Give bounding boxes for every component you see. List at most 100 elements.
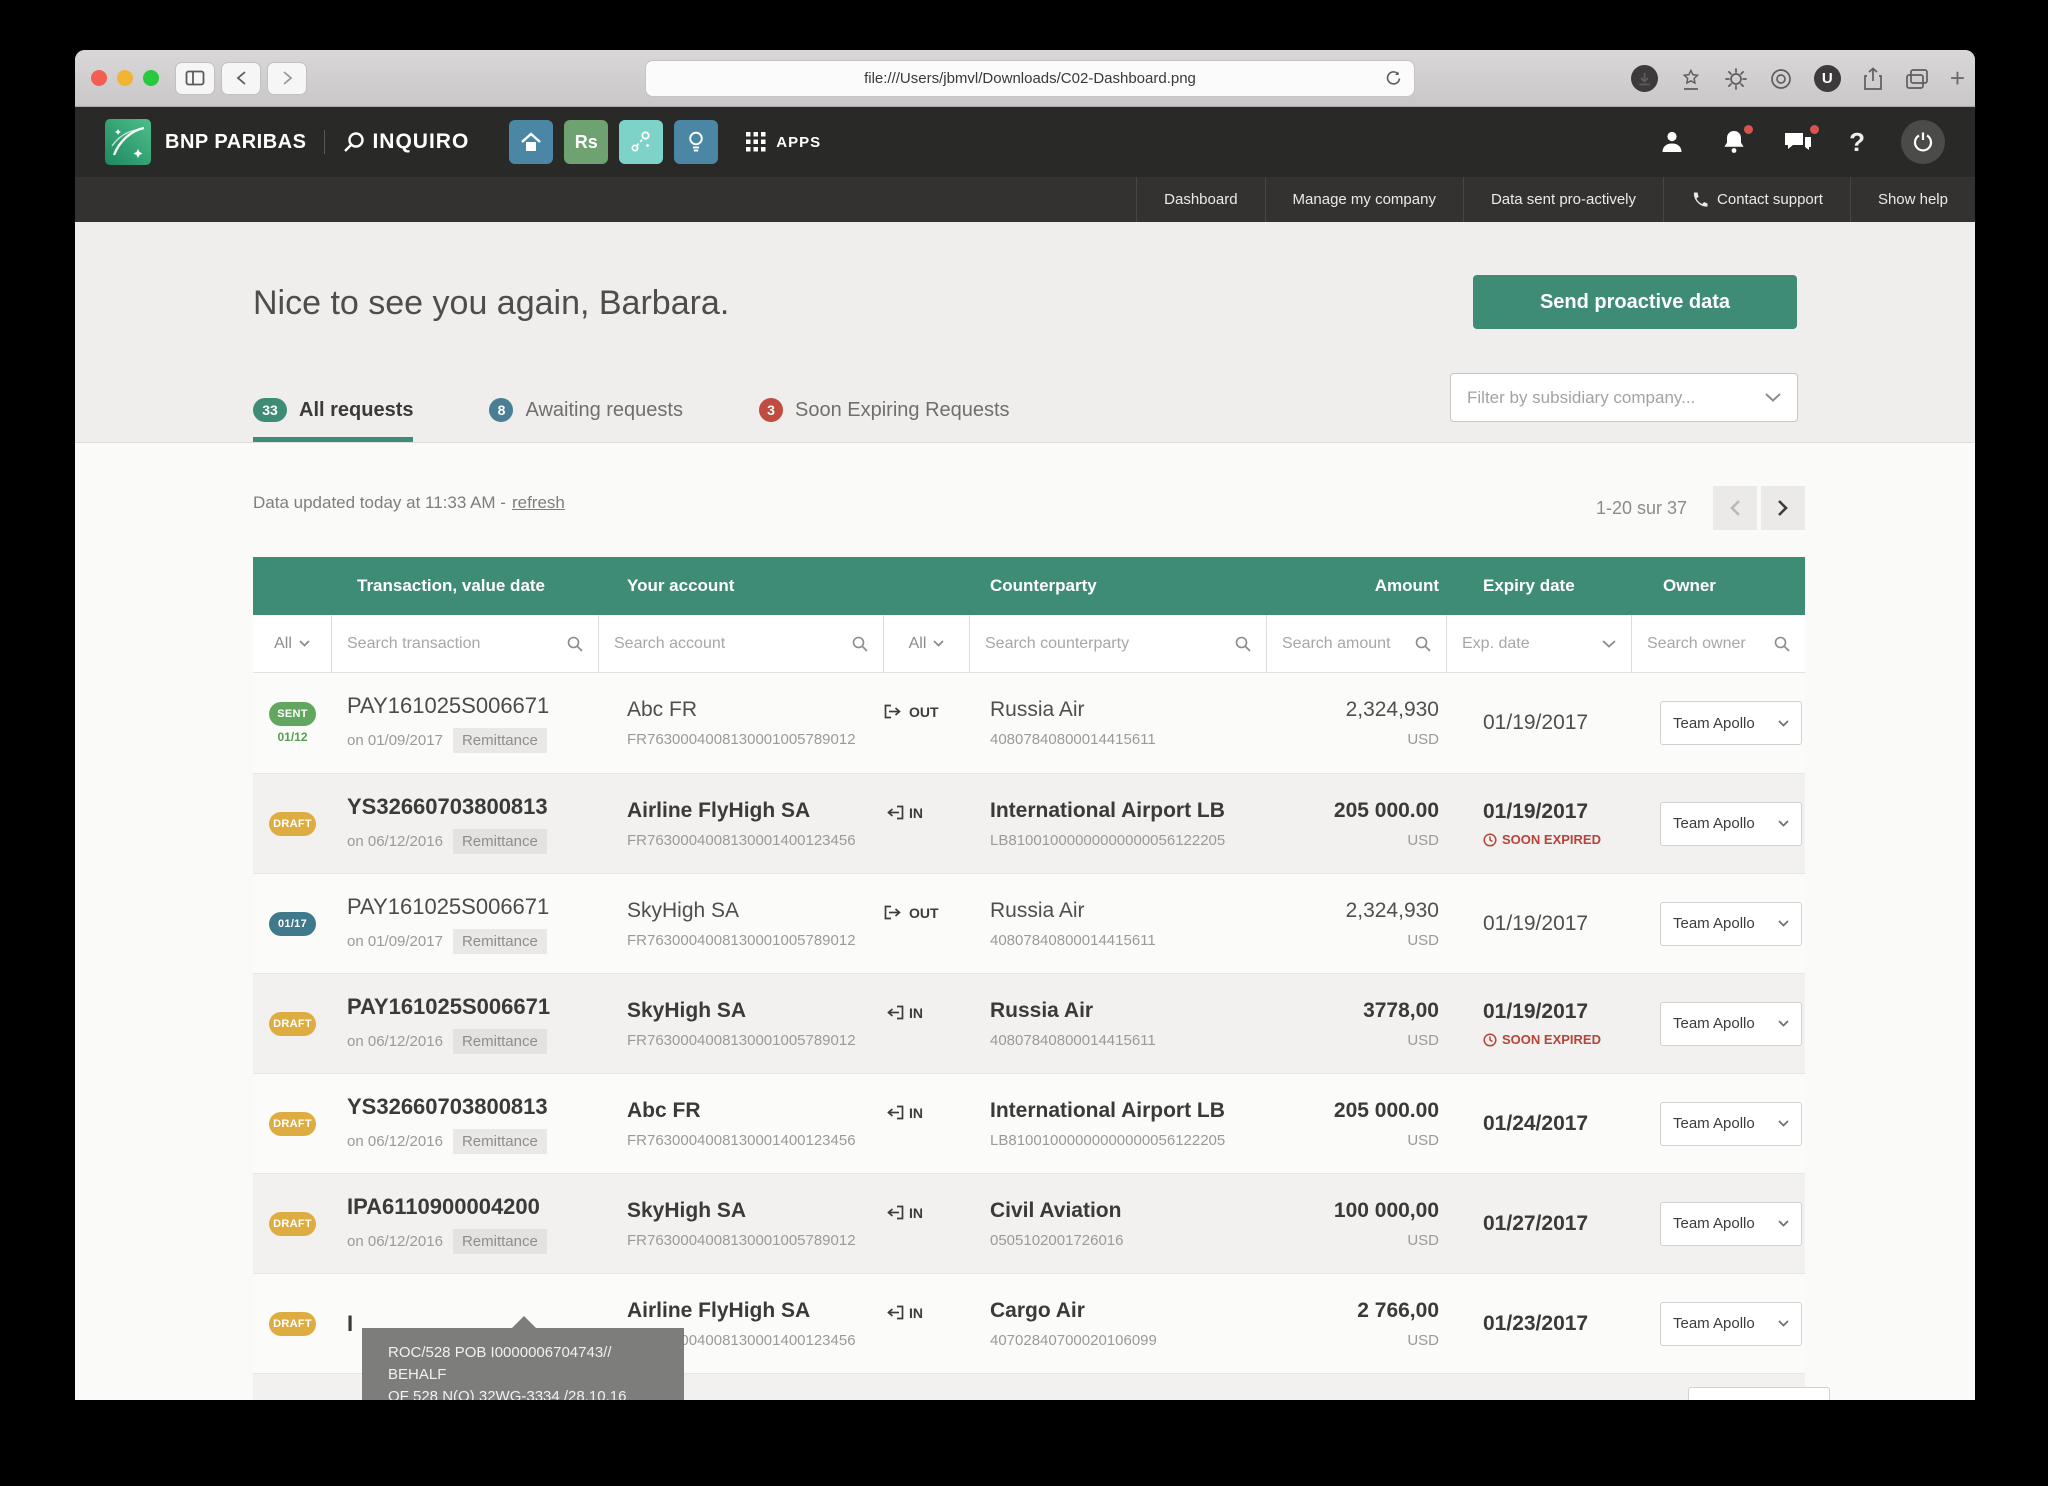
help-button[interactable]: ? — [1849, 127, 1865, 158]
chevron-right-icon — [282, 70, 293, 86]
minimize-window-button[interactable] — [117, 70, 133, 86]
rs-label: Rs — [575, 132, 598, 153]
owner-dropdown[interactable]: Team Apollo — [1660, 1202, 1802, 1246]
filter-direction-dropdown[interactable]: All — [884, 615, 970, 672]
direction-in-icon — [884, 1005, 904, 1020]
tab-all-requests[interactable]: 33 All requests — [253, 398, 413, 442]
settings-button[interactable] — [1724, 67, 1748, 91]
owner-dropdown[interactable]: Team Apollo — [1660, 802, 1802, 846]
menu-show-help[interactable]: Show help — [1850, 177, 1975, 222]
soon-expired-warning: SOON EXPIRED — [1483, 1032, 1632, 1047]
col-amount: Amount — [1267, 557, 1447, 615]
tab-soon-expiring-requests[interactable]: 3 Soon Expiring Requests — [759, 398, 1010, 442]
traffic-lights — [91, 70, 159, 86]
menu-data-sent[interactable]: Data sent pro-actively — [1463, 177, 1663, 222]
owner-dropdown[interactable]: Team Apollo — [1660, 902, 1802, 946]
notifications-button[interactable] — [1721, 129, 1747, 156]
pagination-prev-button[interactable] — [1713, 486, 1757, 530]
menu-manage-company[interactable]: Manage my company — [1265, 177, 1463, 222]
address-bar[interactable]: file:///Users/jbmvl/Downloads/C02-Dashbo… — [645, 60, 1415, 97]
sidebar-icon — [185, 70, 205, 86]
send-proactive-data-button[interactable]: Send proactive data — [1473, 275, 1797, 329]
primary-nav: BNP PARIBAS INQUIRO Rs — [75, 107, 1975, 177]
table-row[interactable]: SENT01/12 PAY161025S006671 on 01/09/2017… — [253, 673, 1805, 773]
sidebar-toggle-button[interactable] — [175, 62, 215, 95]
search-icon — [1235, 636, 1251, 652]
direction-label: OUT — [909, 905, 939, 921]
account-iban: FR7630004008130001005789012 — [627, 731, 884, 748]
table-row[interactable]: 01/17 PAY161025S006671 on 01/09/2017Remi… — [253, 873, 1805, 973]
soon-expired-warning: SOON EXPIRED — [1483, 832, 1632, 847]
owner-dropdown[interactable]: Team Apollo — [1660, 1002, 1802, 1046]
owner-dropdown[interactable]: Team Apollo — [1660, 1302, 1802, 1346]
share-button[interactable] — [1862, 67, 1884, 91]
counterparty-name: International Airport LB — [990, 799, 1267, 823]
zoom-window-button[interactable] — [143, 70, 159, 86]
currency: USD — [1407, 832, 1439, 849]
tab-overview-button[interactable] — [1905, 68, 1929, 90]
table-row[interactable]: DRAFT PAY161025S006671 on 06/12/2016Remi… — [253, 973, 1805, 1073]
table-row[interactable]: DRAFT YS32660703800813 on 06/12/2016Remi… — [253, 773, 1805, 873]
person-icon — [1659, 129, 1685, 155]
bnp-logo[interactable] — [105, 119, 151, 165]
tab-awaiting-requests[interactable]: 8 Awaiting requests — [489, 398, 683, 442]
table-row[interactable]: DRAFT IPA6110900004200 on 06/12/2016Remi… — [253, 1173, 1805, 1273]
downloads-button[interactable] — [1631, 65, 1658, 92]
subsidiary-filter-dropdown[interactable]: Filter by subsidiary company... — [1450, 373, 1798, 422]
value-date: on 06/12/2016 — [347, 833, 443, 850]
record-button[interactable] — [1769, 67, 1793, 91]
search-transaction-input[interactable]: Search transaction — [332, 615, 599, 672]
apps-menu[interactable]: APPS — [746, 132, 821, 152]
search-counterparty-input[interactable]: Search counterparty — [970, 615, 1267, 672]
message-dot — [1810, 125, 1819, 134]
chevron-down-icon — [1602, 640, 1616, 648]
rs-app-tile[interactable]: Rs — [564, 120, 608, 164]
direction-label: IN — [909, 1105, 923, 1121]
owner-dropdown[interactable]: Team Apollo — [1660, 1102, 1802, 1146]
account-name: SkyHigh SA — [627, 899, 884, 923]
bell-icon — [1721, 129, 1747, 156]
counterparty-name: Civil Aviation — [990, 1199, 1267, 1223]
filter-status-dropdown[interactable]: All — [253, 615, 332, 672]
route-app-tile[interactable] — [619, 120, 663, 164]
counterparty-account: LB81001000000000000056122205 — [990, 832, 1267, 849]
expiry-date: 01/23/2017 — [1483, 1312, 1632, 1336]
menu-dashboard[interactable]: Dashboard — [1136, 177, 1264, 222]
counterparty-account: 40702840700020106099 — [990, 1332, 1267, 1349]
counterparty-name: Cargo Air — [990, 1299, 1267, 1323]
menu-contact-support[interactable]: Contact support — [1663, 177, 1850, 222]
idea-app-tile[interactable] — [674, 120, 718, 164]
home-app-tile[interactable] — [509, 120, 553, 164]
refresh-link[interactable]: refresh — [512, 493, 565, 513]
product-logo[interactable]: INQUIRO — [343, 130, 469, 154]
app-tiles: Rs — [509, 120, 718, 164]
new-tab-button[interactable]: + — [1950, 63, 1965, 94]
search-icon — [1415, 636, 1431, 652]
expiry-date-filter-dropdown[interactable]: Exp. date — [1447, 615, 1632, 672]
close-window-button[interactable] — [91, 70, 107, 86]
logout-button[interactable] — [1901, 120, 1945, 164]
search-owner-input[interactable]: Search owner — [1632, 615, 1805, 672]
pagination-next-button[interactable] — [1761, 486, 1805, 530]
currency: USD — [1407, 1032, 1439, 1049]
back-button[interactable] — [221, 62, 261, 95]
messages-button[interactable] — [1783, 129, 1813, 155]
owner-dropdown[interactable] — [1688, 1387, 1830, 1400]
amount: 205 000.00 — [1334, 799, 1439, 823]
search-amount-input[interactable]: Search amount — [1267, 615, 1447, 672]
transaction-id: IPA6110900004200 — [347, 1194, 599, 1220]
expiry-date: 01/19/2017 — [1483, 800, 1632, 824]
browser-toolbar: file:///Users/jbmvl/Downloads/C02-Dashbo… — [75, 50, 1975, 107]
amount: 2,324,930 — [1346, 698, 1439, 722]
counterparty-account: 0505102001726016 — [990, 1232, 1267, 1249]
profile-button[interactable]: U — [1814, 65, 1841, 92]
table-row[interactable]: DRAFT YS32660703800813 on 06/12/2016Remi… — [253, 1073, 1805, 1173]
search-account-input[interactable]: Search account — [599, 615, 884, 672]
profile-menu-button[interactable] — [1659, 129, 1685, 155]
owner-dropdown[interactable]: Team Apollo — [1660, 701, 1802, 745]
favorites-button[interactable] — [1679, 67, 1703, 91]
reload-icon[interactable] — [1385, 70, 1402, 92]
forward-button[interactable] — [267, 62, 307, 95]
col-transaction: Transaction, value date — [332, 557, 599, 615]
profile-initial: U — [1822, 70, 1833, 87]
